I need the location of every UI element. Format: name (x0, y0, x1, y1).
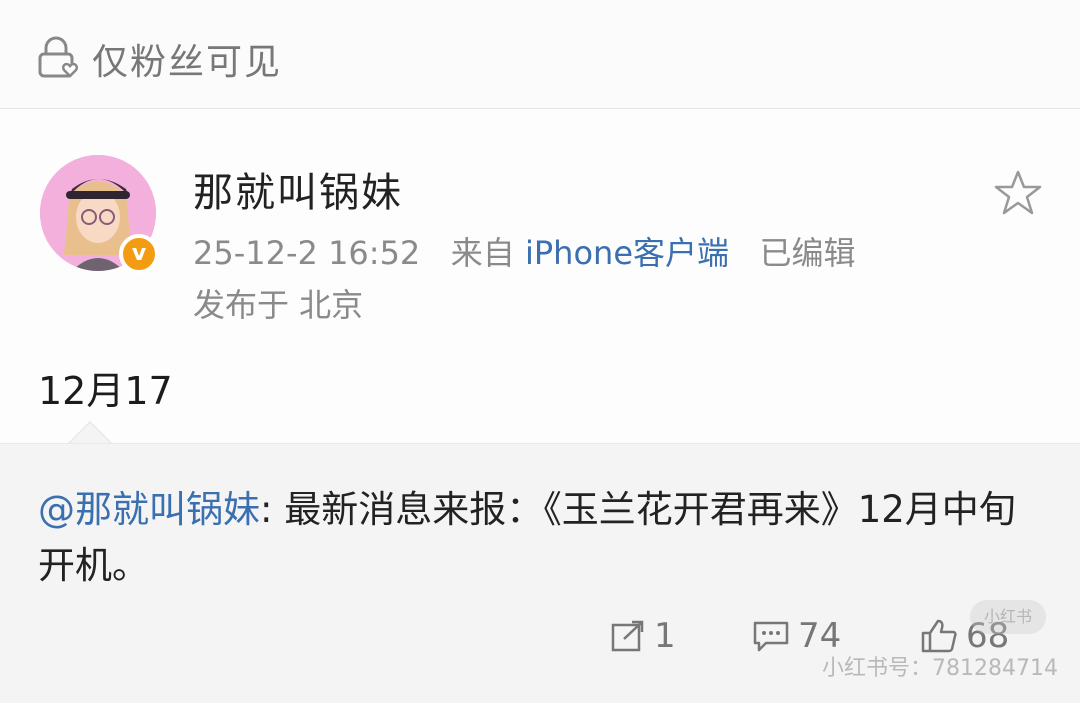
username[interactable]: 那就叫锅妹 (193, 160, 403, 218)
post-meta: 25-12-2 16:52 来自 iPhone客户端 已编辑 (193, 228, 856, 274)
source-prefix: 来自 (450, 234, 515, 272)
thumbs-up-icon (921, 619, 957, 653)
location: 发布于 北京 (193, 286, 364, 324)
visibility-label: 仅粉丝可见 (92, 42, 283, 83)
repost-icon (611, 620, 644, 652)
repost-text: @那就叫锅妹: 最新消息来报：《玉兰花开君再来》12月中旬开机。 (38, 482, 1043, 594)
visibility-bar: 仅粉丝可见 (0, 0, 1080, 109)
edited-label[interactable]: 已编辑 (760, 234, 856, 272)
source-link[interactable]: iPhone客户端 (525, 234, 729, 272)
post-content: 12月17 (38, 369, 173, 413)
watermark-id: 小红书号：781284714 (822, 656, 1058, 681)
verified-badge: v (119, 234, 159, 274)
repost-mention[interactable]: @那就叫锅妹 (38, 488, 260, 531)
repost-count: 1 (654, 616, 676, 656)
star-icon[interactable] (992, 168, 1044, 218)
repost-notch (70, 423, 110, 443)
comment-icon (753, 621, 789, 652)
timestamp: 25-12-2 16:52 (193, 234, 421, 272)
lock-heart-icon (38, 36, 78, 78)
repost-button[interactable]: 1 (610, 616, 676, 656)
watermark-badge: 小红书 (970, 600, 1046, 634)
